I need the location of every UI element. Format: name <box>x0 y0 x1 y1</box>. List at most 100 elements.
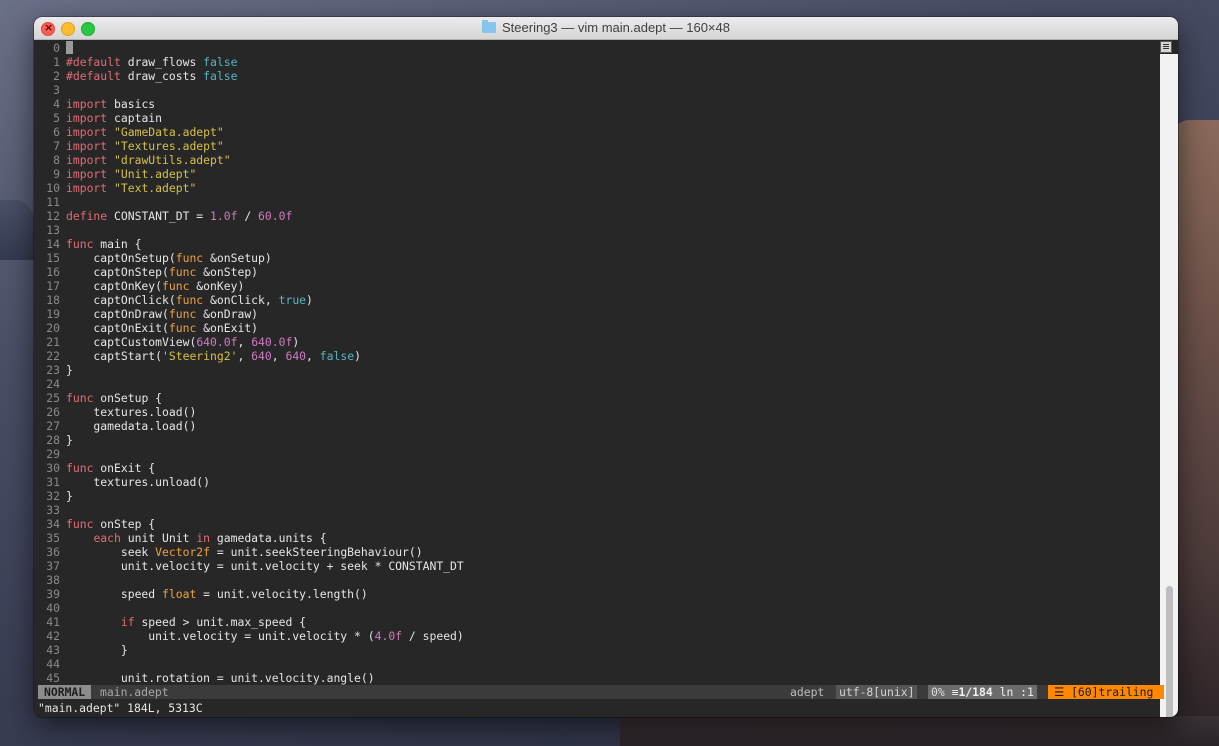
code-line[interactable]: 18 captOnClick(func &onClick, true) <box>38 293 1158 307</box>
status-position: 0% ≡1/184 ln :1 <box>928 685 1037 699</box>
code-line[interactable]: 38 <box>38 573 1158 587</box>
code-line[interactable]: 34 func onStep { <box>38 517 1158 531</box>
terminal-content[interactable]: 0 1 #default draw_flows false 2 #default dra… <box>34 40 1178 717</box>
code-line[interactable]: 5 import captain <box>38 111 1158 125</box>
code-token: func <box>66 461 94 475</box>
code-line[interactable]: 8 import "drawUtils.adept" <box>38 153 1158 167</box>
code-token: 640.0f <box>196 335 238 349</box>
line-number: 11 <box>46 195 60 209</box>
line-number: 2 <box>53 69 60 83</box>
code-line[interactable]: 45 unit.rotation = unit.velocity.angle() <box>38 671 1158 685</box>
code-line[interactable]: 42 unit.velocity = unit.velocity * (4.0f… <box>38 629 1158 643</box>
code-token: &onKey) <box>189 279 245 293</box>
line-number: 1 <box>53 55 60 69</box>
code-line[interactable]: 6 import "GameData.adept" <box>38 125 1158 139</box>
code-line[interactable]: 7 import "Textures.adept" <box>38 139 1158 153</box>
line-number: 8 <box>53 153 60 167</box>
vim-command-line[interactable]: "main.adept" 184L, 5313C <box>38 701 1158 715</box>
code-token: onStep { <box>93 517 156 531</box>
line-number: 13 <box>46 223 60 237</box>
code-line[interactable]: 11 <box>38 195 1158 209</box>
code-line[interactable]: 40 <box>38 601 1158 615</box>
code-token: 'Steering2' <box>162 349 238 363</box>
line-number: 30 <box>46 461 60 475</box>
line-number: 5 <box>53 111 60 125</box>
line-number: 7 <box>53 139 60 153</box>
code-line[interactable]: 41 if speed > unit.max_speed { <box>38 615 1158 629</box>
code-line[interactable]: 2 #default draw_costs false <box>38 69 1158 83</box>
code-line[interactable]: 30 func onExit { <box>38 461 1158 475</box>
scrollbar-thumb[interactable] <box>1166 586 1173 717</box>
line-number: 4 <box>53 97 60 111</box>
window-title: Steering3 — vim main.adept — 160×48 <box>502 20 730 35</box>
line-number: 10 <box>46 181 60 195</box>
code-line[interactable]: 12 define CONSTANT_DT = 1.0f / 60.0f <box>38 209 1158 223</box>
code-line[interactable]: 9 import "Unit.adept" <box>38 167 1158 181</box>
code-line[interactable]: 4 import basics <box>38 97 1158 111</box>
code-line[interactable]: 25 func onSetup { <box>38 391 1158 405</box>
code-line[interactable]: 37 unit.velocity = unit.velocity + seek … <box>38 559 1158 573</box>
code-line[interactable]: 1 #default draw_flows false <box>38 55 1158 69</box>
code-token: textures.load() <box>66 405 197 419</box>
code-token: "drawUtils.adept" <box>114 153 231 167</box>
code-line[interactable]: 17 captOnKey(func &onKey) <box>38 279 1158 293</box>
code-token: gamedata.units { <box>210 531 327 545</box>
code-token: textures.unload() <box>66 475 211 489</box>
code-line[interactable]: 36 seek Vector2f = unit.seekSteeringBeha… <box>38 545 1158 559</box>
code-line[interactable]: 33 <box>38 503 1158 517</box>
code-line[interactable]: 35 each unit Unit in gamedata.units { <box>38 531 1158 545</box>
line-number: 43 <box>46 643 60 657</box>
code-line[interactable]: 13 <box>38 223 1158 237</box>
line-number: 12 <box>46 209 60 223</box>
code-line[interactable]: 29 <box>38 447 1158 461</box>
code-line[interactable]: 10 import "Text.adept" <box>38 181 1158 195</box>
code-token: 640.0f <box>251 335 293 349</box>
code-token: draw_flows <box>120 55 204 69</box>
code-line[interactable]: 21 captCustomView(640.0f, 640.0f) <box>38 335 1158 349</box>
line-number: 14 <box>46 237 60 251</box>
code-line[interactable]: 32} <box>38 489 1158 503</box>
code-token: func <box>168 307 197 321</box>
vim-statusline: NORMAL main.adept adept utf-8[unix] 0% ≡… <box>38 685 1164 699</box>
code-line[interactable]: 26 textures.load() <box>38 405 1158 419</box>
code-line[interactable]: 43 } <box>38 643 1158 657</box>
scroll-menu-icon[interactable] <box>1160 41 1172 53</box>
scrollbar-track[interactable] <box>1160 54 1178 717</box>
code-line[interactable]: 20 captOnExit(func &onExit) <box>38 321 1158 335</box>
code-token: , <box>237 335 252 349</box>
code-line[interactable]: 31 textures.unload() <box>38 475 1158 489</box>
code-token: unit.velocity = unit.velocity + seek * C… <box>66 559 464 573</box>
code-token: speed > unit.max_speed { <box>134 615 307 629</box>
code-line[interactable]: 27 gamedata.load() <box>38 419 1158 433</box>
title-bar[interactable]: × Steering3 — vim main.adept — 160×48 <box>34 17 1178 40</box>
code-token: main { <box>93 237 142 251</box>
terminal-window: × Steering3 — vim main.adept — 160×48 01… <box>34 17 1178 717</box>
code-token: &onStep) <box>196 265 259 279</box>
code-token: captOnKey( <box>66 279 163 293</box>
code-line[interactable]: 15 captOnSetup(func &onSetup) <box>38 251 1158 265</box>
code-token: #default <box>66 55 121 69</box>
code-token: each <box>93 531 121 545</box>
code-token: "Unit.adept" <box>114 167 197 181</box>
code-line[interactable]: 24 <box>38 377 1158 391</box>
code-line[interactable]: 14 func main { <box>38 237 1158 251</box>
code-token: captOnExit( <box>66 321 169 335</box>
code-token: float <box>162 587 197 601</box>
window-title-group: Steering3 — vim main.adept — 160×48 <box>34 20 1178 35</box>
code-line[interactable]: 0 <box>38 41 1158 55</box>
code-line[interactable]: 44 <box>38 657 1158 671</box>
code-token: , <box>271 349 286 363</box>
vim-editor-buffer[interactable]: 0 1 #default draw_flows false 2 #default dra… <box>38 41 1158 685</box>
status-encoding: utf-8[unix] <box>836 685 918 699</box>
code-line[interactable]: 28} <box>38 433 1158 447</box>
code-token: 60.0f <box>258 209 293 223</box>
code-token: captOnClick( <box>66 293 176 307</box>
code-line[interactable]: 23} <box>38 363 1158 377</box>
code-line[interactable]: 19 captOnDraw(func &onDraw) <box>38 307 1158 321</box>
code-token: } <box>66 489 73 503</box>
code-line[interactable]: 16 captOnStep(func &onStep) <box>38 265 1158 279</box>
code-line[interactable]: 3 <box>38 83 1158 97</box>
code-line[interactable]: 39 speed float = unit.velocity.length() <box>38 587 1158 601</box>
code-line[interactable]: 22 captStart('Steering2', 640, 640, fals… <box>38 349 1158 363</box>
